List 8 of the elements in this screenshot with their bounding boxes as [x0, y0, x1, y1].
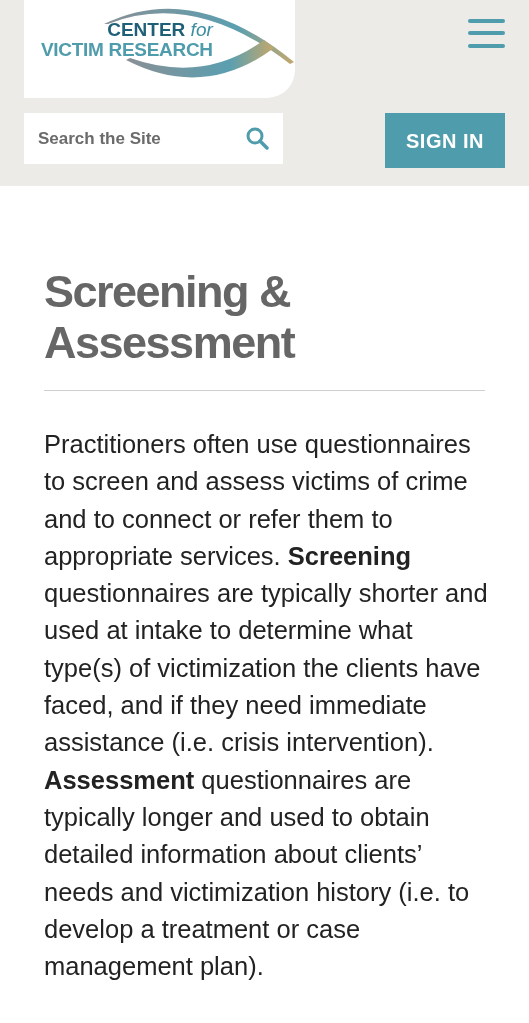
logo-text: CENTER for [107, 20, 213, 39]
search-icon[interactable] [245, 126, 269, 150]
menu-icon[interactable] [468, 19, 505, 48]
search-field[interactable]: Search the Site [24, 113, 283, 164]
logo[interactable]: CENTER for VICTIM RESEARCH [24, 0, 295, 98]
body-paragraph: Practitioners often use questionnaires to screen and assess victims of crime and to connect or refer them to appropriate services. Screening questionnaires are typically shorter and used at intake to determine what type(s) of victimization the clients have faced, and if they need immediate assistance (i.e. crisis intervention). Assessment questionnaires are typically longer and used to obtain detailed information about clients’ needs and victimization history (i.e. to develop a treatment or case management plan). [44, 429, 489, 983]
page-title: Screening & Assessment [44, 266, 296, 368]
logo-text: VICTIM RESEARCH [41, 40, 213, 59]
